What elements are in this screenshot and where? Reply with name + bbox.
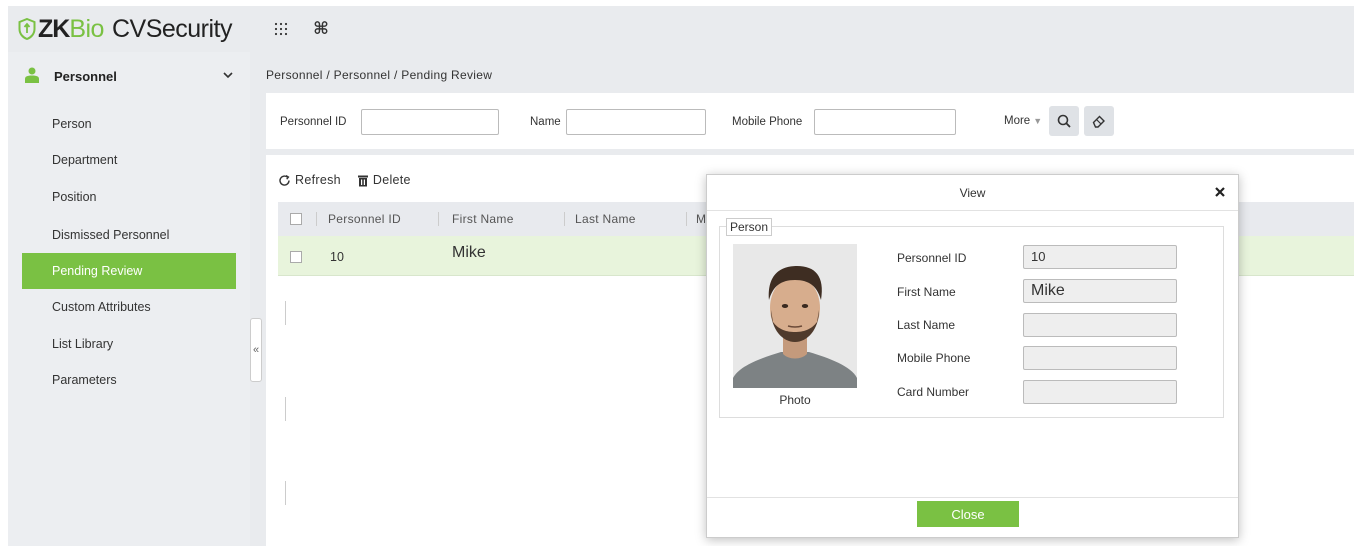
sidebar-item-dismissed-personnel[interactable]: Dismissed Personnel [22,217,236,253]
delete-button[interactable]: Delete [357,173,411,187]
more-filters-toggle[interactable]: More ▼ [1004,115,1042,127]
select-all-checkbox[interactable] [290,213,302,225]
mobile-phone-label: Mobile Phone [897,351,971,365]
row-checkbox[interactable] [290,251,302,263]
sidebar-item-department[interactable]: Department [22,142,236,178]
first-name-label: First Name [897,285,956,299]
dialog-header: View [707,175,1238,211]
brand-zk: ZK [38,14,70,43]
sidebar-item-pending-review[interactable]: Pending Review [22,253,236,289]
brand-logo: ZK Bio CVSecurity [18,14,233,44]
sidebar-item-person[interactable]: Person [22,106,236,142]
last-name-field [1023,313,1177,337]
mobile-search-input[interactable] [814,109,956,135]
view-dialog: View Person Photo Personnel ID 10 First … [706,174,1239,538]
personnel-id-search-input[interactable] [361,109,499,135]
module-label: Personnel [54,69,117,84]
card-number-field [1023,380,1177,404]
photo-label: Photo [779,393,811,407]
breadcrumb: Personnel / Personnel / Pending Review [266,68,493,82]
personnel-id-label: Personnel ID [897,251,967,265]
card-number-label: Card Number [897,385,970,399]
refresh-icon [279,174,290,186]
search-icon [1057,114,1071,128]
cell-first-name: Mike [452,244,486,261]
search-button[interactable] [1049,106,1079,136]
command-icon[interactable]: ⌘ [310,18,332,40]
brand-bio: Bio [69,14,104,43]
name-search-input[interactable] [566,109,706,135]
last-name-label: Last Name [897,318,956,332]
sidebar: Personnel Person Department Position Dis… [8,52,250,546]
personnel-id-search-label: Personnel ID [280,116,347,128]
column-header-personnel-id[interactable]: Personnel ID [328,212,401,226]
sidebar-item-list-library[interactable]: List Library [22,326,236,362]
column-header-first-name[interactable]: First Name [452,212,514,226]
search-bar: Personnel ID Name Mobile Phone More ▼ [266,93,1354,149]
top-bar: ZK Bio CVSecurity ⌘ [8,6,1354,52]
sidebar-collapse-handle[interactable]: « [250,318,262,382]
toolbar: Refresh Delete [278,173,427,187]
column-divider [285,301,286,325]
mobile-phone-field [1023,346,1177,370]
sidebar-item-custom-attributes[interactable]: Custom Attributes [22,289,236,325]
eraser-icon [1092,115,1105,128]
chevron-down-icon [223,72,233,79]
mobile-search-label: Mobile Phone [732,116,803,128]
close-icon[interactable] [1212,184,1228,200]
column-divider [316,212,317,226]
sidebar-item-parameters[interactable]: Parameters [22,362,236,398]
cell-personnel-id: 10 [330,250,344,264]
grid-dots-icon[interactable] [270,18,292,40]
more-label: More [1004,115,1031,127]
refresh-button[interactable]: Refresh [278,173,341,187]
person-icon [25,67,39,83]
fieldset-legend: Person [726,218,773,236]
clear-search-button[interactable] [1084,106,1114,136]
double-chevron-left-icon: « [252,344,260,356]
brand-product: CVSecurity [111,14,233,43]
person-photo [733,244,857,388]
first-name-field: Mike [1023,279,1177,303]
sidebar-item-position[interactable]: Position [22,179,236,215]
module-header[interactable]: Personnel [8,52,250,100]
column-divider [686,212,687,226]
trash-icon [357,175,368,186]
shield-logo-icon [18,18,36,40]
column-header-mobile[interactable]: M [696,212,706,226]
name-search-label: Name [530,116,561,128]
column-divider [438,212,439,226]
column-divider [564,212,565,226]
delete-label: Delete [372,173,411,187]
column-divider [285,397,286,421]
column-divider [285,481,286,505]
caret-down-icon: ▼ [1033,116,1043,126]
personnel-id-field: 10 [1023,245,1177,269]
dialog-title: View [959,186,986,200]
refresh-label: Refresh [295,173,341,187]
column-header-last-name[interactable]: Last Name [575,212,636,226]
close-button[interactable]: Close [917,501,1019,527]
dialog-footer: Close [707,497,1238,538]
